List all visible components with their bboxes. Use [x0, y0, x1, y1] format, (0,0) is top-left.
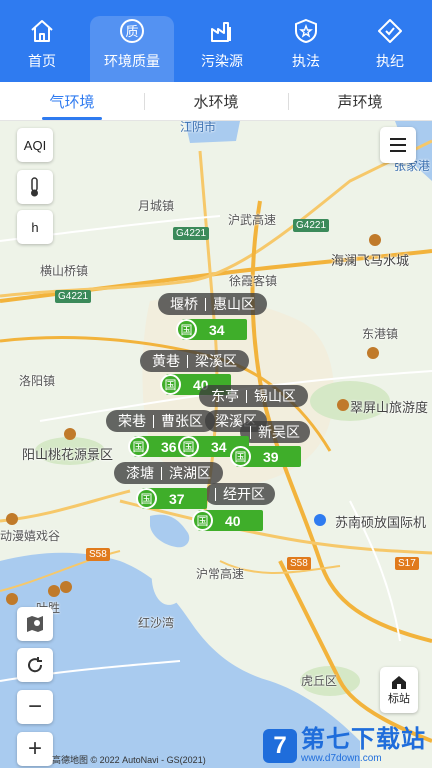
- station-tag-xinwu[interactable]: 新吴区: [240, 421, 310, 443]
- guo-icon: 国: [192, 510, 213, 531]
- station-tag-dongting[interactable]: 东亭 锡山区: [199, 385, 308, 407]
- guo-icon: 国: [128, 436, 149, 457]
- nav-enforce[interactable]: 执法: [264, 0, 348, 82]
- shield-icon: [378, 19, 402, 43]
- station-tag-yanqiao[interactable]: 堰桥 惠山区: [158, 293, 267, 315]
- station-district: 新吴区: [258, 424, 300, 440]
- nav-enforce-label: 执法: [292, 53, 320, 69]
- menu-button[interactable]: [380, 127, 416, 163]
- place-cuipingshan: 翠屏山旅游度: [350, 400, 429, 415]
- station-tag-huangxiang[interactable]: 黄巷 梁溪区: [140, 350, 249, 372]
- road-g4221-a: G4221: [173, 227, 210, 240]
- map-attribution: 高德地图 © 2022 AutoNavi - GS(2021): [52, 755, 206, 765]
- top-nav: 首页 质 环境质量 污染源 执法 执纪: [0, 0, 432, 82]
- place-hengshanqiao: 横山桥镇: [40, 264, 89, 278]
- menu-icon: [390, 138, 406, 152]
- station-name: 黄巷: [152, 353, 180, 369]
- aqi-badge-jingkai[interactable]: 国 40: [192, 510, 263, 531]
- nav-discipline-label: 执纪: [376, 53, 404, 69]
- watermark-logo: 7: [263, 728, 297, 763]
- nav-pollution-label: 污染源: [201, 53, 243, 69]
- quality-icon: 质: [120, 19, 144, 43]
- place-yuecheng: 月城镇: [138, 199, 175, 213]
- factory-icon: [211, 22, 231, 42]
- place-suzhou-airport: 苏南硕放国际机: [335, 515, 427, 530]
- road-g4221-c: G4221: [55, 290, 92, 303]
- station-district: 滨湖区: [169, 465, 211, 481]
- road-s58-b: S58: [287, 557, 311, 570]
- map-layer-button[interactable]: [17, 607, 53, 641]
- refresh-icon: [28, 657, 43, 673]
- temperature-button[interactable]: [17, 170, 53, 204]
- home-icon: [31, 20, 53, 42]
- aqi-value: 37: [169, 490, 185, 507]
- aqi-value: 34: [209, 321, 225, 338]
- zoom-out-button[interactable]: −: [17, 690, 53, 724]
- watermark-url: www.d7down.com: [301, 753, 382, 764]
- station-label: 标站: [388, 693, 410, 705]
- guo-icon: 国: [176, 319, 197, 340]
- nav-home[interactable]: 首页: [0, 0, 84, 82]
- station-district: 梁溪区: [195, 353, 237, 369]
- aqi-button[interactable]: AQI: [17, 128, 53, 162]
- guo-icon: 国: [178, 436, 199, 457]
- place-huqiu: 虎丘区: [301, 674, 338, 688]
- plus-icon: +: [27, 735, 42, 762]
- station-district: 经开区: [223, 486, 265, 502]
- watermark: 7 第七下载站 www.d7down.com: [263, 727, 426, 764]
- place-luoyang: 洛阳镇: [19, 374, 56, 388]
- tab-air[interactable]: 气环境: [0, 82, 144, 120]
- road-s17: S17: [395, 557, 419, 570]
- thermometer-icon: [31, 177, 38, 197]
- nav-home-label: 首页: [28, 53, 56, 69]
- place-hongsha: 红沙湾: [138, 616, 175, 630]
- station-district: 曹张区: [161, 413, 203, 429]
- tab-water[interactable]: 水环境: [144, 82, 288, 120]
- road-s58-a: S58: [86, 548, 110, 561]
- station-tag-rongxiang[interactable]: 荣巷 曹张区: [106, 410, 215, 432]
- aqi-badge-yanqiao[interactable]: 国 34: [176, 319, 247, 340]
- station-tag-qitang[interactable]: 漆塘 滨湖区: [114, 462, 223, 484]
- station-name: 漆塘: [126, 465, 154, 481]
- nav-pollution[interactable]: 污染源: [180, 0, 264, 82]
- aqi-value: 39: [263, 448, 279, 465]
- place-jiangyin: 江阴市: [180, 121, 217, 134]
- map-pin-icon: [27, 616, 43, 632]
- place-xuxiake: 徐霞客镇: [229, 274, 278, 288]
- station-name: 堰桥: [170, 296, 198, 312]
- svg-text:质: 质: [125, 25, 138, 40]
- refresh-button[interactable]: [17, 648, 53, 682]
- place-manjian: 动漫嬉戏谷: [0, 529, 61, 543]
- nav-quality-label: 环境质量: [104, 53, 160, 69]
- police-badge-icon: [295, 18, 317, 44]
- nav-quality[interactable]: 质 环境质量: [90, 16, 174, 82]
- place-hailan: 海澜飞马水城: [331, 253, 410, 268]
- minus-icon: −: [27, 693, 42, 720]
- tab-noise[interactable]: 声环境: [288, 82, 432, 120]
- guo-icon: 国: [160, 374, 181, 395]
- road-g4221-b: G4221: [293, 219, 330, 232]
- humidity-button[interactable]: h: [17, 210, 53, 244]
- watermark-title: 第七下载站: [301, 726, 426, 753]
- zoom-in-button[interactable]: +: [17, 732, 53, 766]
- aqi-value: 40: [225, 512, 241, 529]
- station-tag-jingkai[interactable]: 经开区: [205, 483, 275, 505]
- nav-discipline[interactable]: 执纪: [348, 0, 432, 82]
- station-district: 惠山区: [213, 296, 255, 312]
- env-tabs: 气环境 水环境 声环境: [0, 82, 432, 121]
- guo-icon: 国: [136, 488, 157, 509]
- station-name: 荣巷: [118, 413, 146, 429]
- place-huwu: 沪武高速: [228, 213, 277, 227]
- station-district: 锡山区: [254, 388, 296, 404]
- place-donggang: 东港镇: [362, 327, 399, 341]
- station-name: 东亭: [211, 388, 239, 404]
- house-icon: [392, 676, 406, 689]
- guo-icon: 国: [230, 446, 251, 467]
- map-view[interactable]: 江阴市 张家港 月城镇 沪武高速 G4221 G4221 G4221 横山桥镇 …: [0, 121, 432, 768]
- place-yangshan: 阳山桃花源景区: [22, 447, 114, 462]
- station-button[interactable]: 标站: [380, 667, 418, 713]
- aqi-badge-qitang[interactable]: 国 37: [136, 488, 207, 509]
- place-huchang: 沪常高速: [196, 567, 245, 581]
- aqi-badge-xinwu[interactable]: 国 39: [230, 446, 301, 467]
